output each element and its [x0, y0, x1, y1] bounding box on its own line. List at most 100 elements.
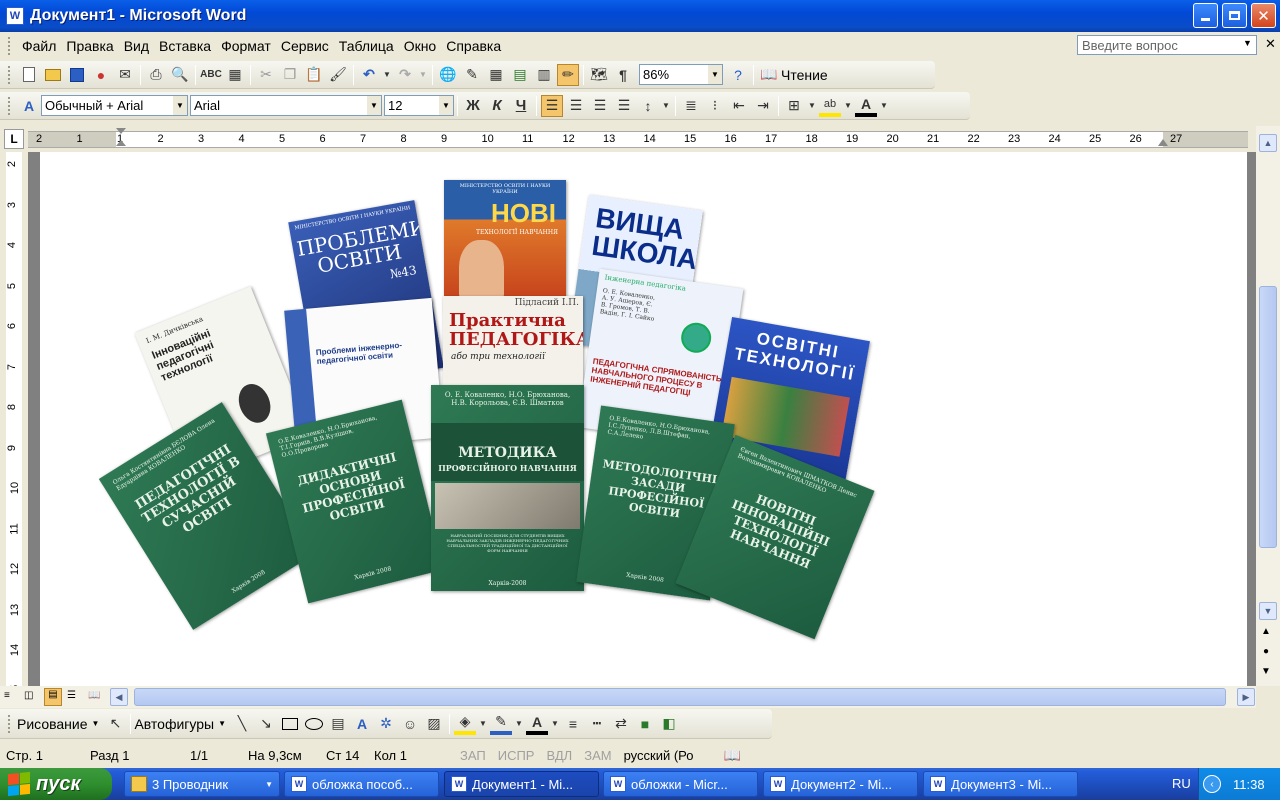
reading-view-icon[interactable]: 📖: [88, 690, 100, 701]
taskbar-item-oblozhka[interactable]: W обложка пособ...: [284, 771, 439, 797]
oval-icon[interactable]: [303, 713, 325, 735]
increase-indent-icon[interactable]: ⇥: [752, 95, 774, 117]
document-map-icon[interactable]: 🗺: [588, 64, 610, 86]
first-line-indent-icon[interactable]: [116, 128, 126, 134]
close-button[interactable]: ✕: [1251, 3, 1276, 28]
menu-insert[interactable]: Вставка: [154, 38, 216, 54]
indent-markers[interactable]: [116, 128, 126, 150]
align-center-icon[interactable]: ☰: [565, 95, 587, 117]
3d-style-icon[interactable]: ◧: [658, 713, 680, 735]
drawing-font-color-dropdown-icon[interactable]: ▼: [550, 713, 560, 735]
cut-icon[interactable]: ✂: [255, 64, 277, 86]
copy-icon[interactable]: ❐: [279, 64, 301, 86]
word-app-icon[interactable]: W: [6, 7, 24, 25]
line-icon[interactable]: ╲: [231, 713, 253, 735]
shadow-style-icon[interactable]: ■: [634, 713, 656, 735]
minimize-button[interactable]: [1193, 3, 1218, 28]
tray-arrow-icon[interactable]: ‹: [1203, 775, 1221, 793]
drawing-dropdown-icon[interactable]: ▼: [92, 719, 100, 728]
menu-edit[interactable]: Правка: [61, 38, 118, 54]
dash-style-icon[interactable]: ┅: [586, 713, 608, 735]
font-select[interactable]: Arial ▼: [190, 95, 382, 116]
undo-icon[interactable]: ↶: [358, 64, 380, 86]
normal-view-icon[interactable]: ≡: [4, 690, 10, 701]
menu-grip[interactable]: [8, 37, 11, 55]
italic-button[interactable]: К: [486, 95, 508, 117]
paste-icon[interactable]: 📋: [303, 64, 325, 86]
align-right-icon[interactable]: ☰: [589, 95, 611, 117]
diagram-icon[interactable]: ✲: [375, 713, 397, 735]
menu-help[interactable]: Справка: [441, 38, 506, 54]
show-formatting-icon[interactable]: ¶: [612, 64, 634, 86]
permission-icon[interactable]: ●: [90, 64, 112, 86]
taskbar-item-document3[interactable]: W Документ3 - Mi...: [923, 771, 1078, 797]
taskbar-item-explorer[interactable]: 3 Проводник ▼: [124, 771, 280, 797]
menu-tools[interactable]: Сервис: [276, 38, 334, 54]
spelling-icon[interactable]: ABC: [200, 64, 222, 86]
previous-page-icon[interactable]: ▲: [1261, 626, 1271, 637]
insert-picture-icon[interactable]: ▨: [423, 713, 445, 735]
fill-color-icon[interactable]: ◈: [454, 713, 477, 735]
menu-format[interactable]: Формат: [216, 38, 276, 54]
scroll-right-icon[interactable]: ▶: [1237, 688, 1255, 706]
autoshapes-dropdown-icon[interactable]: ▼: [218, 719, 226, 728]
browse-object-icon[interactable]: ●: [1263, 646, 1269, 657]
font-size-dropdown-icon[interactable]: ▼: [439, 96, 453, 115]
undo-dropdown-icon[interactable]: ▼: [382, 64, 392, 86]
ruler-strip[interactable]: 2 1 1 2 3 4 5 6 7 8 9 10 11 12 13 14 15 16 17 18 19 20 21 22 23 2…: [28, 131, 1248, 148]
clock[interactable]: 11:38: [1233, 777, 1265, 792]
borders-icon[interactable]: ⊞: [783, 95, 805, 117]
research-icon[interactable]: ▦: [224, 64, 246, 86]
help-question-input[interactable]: Введите вопрос: [1077, 35, 1257, 55]
hyperlink-icon[interactable]: 🌐: [437, 64, 459, 86]
columns-icon[interactable]: ▥: [533, 64, 555, 86]
toolbar-grip[interactable]: [8, 96, 11, 115]
vertical-scrollbar[interactable]: ▲ ▼ ▲ ● ▼: [1256, 126, 1280, 686]
style-dropdown-icon[interactable]: ▼: [173, 96, 187, 115]
line-color-icon[interactable]: ✎: [490, 713, 513, 735]
toolbar-grip[interactable]: [8, 714, 11, 733]
highlight-dropdown-icon[interactable]: ▼: [843, 95, 853, 117]
rectangle-icon[interactable]: [279, 713, 301, 735]
restore-button[interactable]: [1222, 3, 1247, 28]
save-icon[interactable]: [66, 64, 88, 86]
close-document-icon[interactable]: ✕: [1265, 36, 1276, 52]
zoom-select[interactable]: 86% ▼: [639, 64, 723, 85]
scroll-up-icon[interactable]: ▲: [1259, 134, 1277, 152]
text-box-icon[interactable]: ▤: [327, 713, 349, 735]
outline-view-icon[interactable]: ☰: [67, 690, 76, 701]
zoom-dropdown-icon[interactable]: ▼: [708, 65, 722, 84]
start-button[interactable]: пуск: [0, 768, 112, 800]
clip-art-icon[interactable]: ☺: [399, 713, 421, 735]
bold-button[interactable]: Ж: [462, 95, 484, 117]
right-indent-icon[interactable]: [1158, 139, 1168, 146]
font-color-icon[interactable]: A: [855, 95, 877, 117]
status-line[interactable]: Ст 14: [320, 748, 368, 763]
decrease-indent-icon[interactable]: ⇤: [728, 95, 750, 117]
horizontal-scroll-thumb[interactable]: [134, 688, 1226, 706]
line-spacing-dropdown-icon[interactable]: ▼: [661, 95, 671, 117]
scroll-left-icon[interactable]: ◀: [110, 688, 128, 706]
insert-table-icon[interactable]: ▦: [485, 64, 507, 86]
drawing-font-color-icon[interactable]: A: [526, 713, 549, 735]
underline-button[interactable]: Ч: [510, 95, 532, 117]
drawing-menu[interactable]: Рисование: [17, 716, 88, 732]
open-folder-icon[interactable]: [42, 64, 64, 86]
font-size-select[interactable]: 12 ▼: [384, 95, 454, 116]
language-indicator[interactable]: RU: [1172, 776, 1191, 791]
drawing-toggle-icon[interactable]: ✏: [557, 63, 579, 86]
taskbar-item-oblozhki[interactable]: W обложки - Micr...: [603, 771, 758, 797]
line-style-icon[interactable]: ≡: [562, 713, 584, 735]
status-column[interactable]: Кол 1: [368, 748, 454, 763]
toolbar-grip[interactable]: [8, 65, 11, 84]
status-section[interactable]: Разд 1: [84, 748, 184, 763]
reading-layout-icon[interactable]: 📖: [758, 64, 780, 86]
redo-dropdown-icon[interactable]: ▼: [418, 64, 428, 86]
help-icon[interactable]: ?: [727, 64, 749, 86]
format-painter-icon[interactable]: 🖌: [327, 64, 349, 86]
web-layout-icon[interactable]: ◫: [24, 690, 33, 701]
print-icon[interactable]: ⎙: [145, 64, 167, 86]
redo-icon[interactable]: ↷: [394, 64, 416, 86]
taskbar-item-document2[interactable]: W Документ2 - Mi...: [763, 771, 918, 797]
vertical-ruler-strip[interactable]: 23456789101112131415: [6, 152, 22, 697]
